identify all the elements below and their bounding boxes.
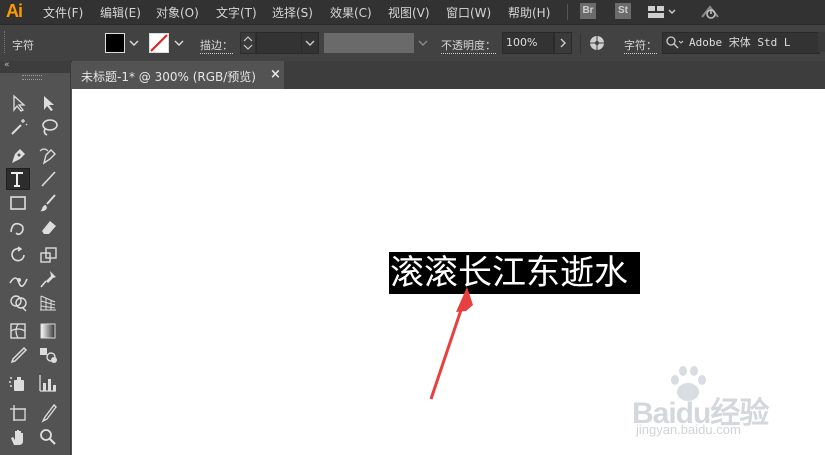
- rectangle-tool-icon[interactable]: [8, 193, 30, 213]
- eyedropper-tool-icon[interactable]: [8, 345, 30, 365]
- shape-builder-tool-icon[interactable]: [8, 293, 30, 313]
- stroke-swatch[interactable]: [149, 33, 169, 53]
- document-tab[interactable]: 未标题-1* @ 300% (RGB/预览) ×: [72, 61, 284, 89]
- type-tool-icon[interactable]: [6, 168, 30, 190]
- tools-grip[interactable]: [22, 75, 42, 80]
- mesh-tool-icon[interactable]: [8, 321, 30, 341]
- hand-tool-icon[interactable]: [8, 427, 30, 447]
- paintbrush-tool-icon[interactable]: [38, 193, 60, 213]
- stock-icon[interactable]: St: [615, 3, 631, 19]
- annotation-arrow: [429, 287, 473, 400]
- stroke-weight-stepper[interactable]: [240, 32, 256, 54]
- scale-tool-icon[interactable]: [38, 245, 60, 265]
- eraser-tool-icon[interactable]: [38, 217, 60, 237]
- perspective-grid-tool-icon[interactable]: [38, 293, 60, 313]
- opacity-expand-chevron-icon[interactable]: [554, 32, 572, 54]
- direct-selection-tool-icon[interactable]: [38, 93, 60, 113]
- menu-type[interactable]: 文字(T): [216, 4, 257, 21]
- fill-dropdown-chevron-icon[interactable]: [129, 37, 139, 50]
- opacity-input[interactable]: 100%: [502, 32, 554, 54]
- document-tab-bar: 未标题-1* @ 300% (RGB/预览) ×: [72, 61, 825, 89]
- stroke-weight-input[interactable]: [256, 32, 304, 54]
- lasso-tool-icon[interactable]: [38, 117, 60, 137]
- collapse-panel-icon[interactable]: «: [4, 60, 10, 70]
- variable-width-profile[interactable]: [324, 33, 414, 53]
- menu-effect[interactable]: 效果(C): [330, 4, 372, 21]
- tools-panel: «: [0, 60, 71, 455]
- control-divider: [580, 33, 581, 55]
- blend-tool-icon[interactable]: [38, 345, 60, 365]
- font-family-value: Adobe 宋体 Std L: [689, 36, 791, 49]
- selection-tool-icon[interactable]: [8, 93, 30, 113]
- control-bar: 字符 描边： 不透明度： 100% 字符： Adobe 宋体 Std L: [0, 24, 825, 62]
- artboard-tool-icon[interactable]: [8, 403, 30, 423]
- tools-panel-header[interactable]: «: [0, 60, 70, 73]
- watermark-url: jingyan.baidu.com: [636, 422, 741, 437]
- stroke-label[interactable]: 描边：: [200, 37, 233, 54]
- baidu-watermark: Baidu经验 jingyan.baidu.com: [628, 366, 825, 442]
- puppet-warp-tool-icon[interactable]: [38, 269, 60, 289]
- bridge-icon[interactable]: Br: [580, 3, 596, 19]
- zoom-tool-icon[interactable]: [38, 427, 60, 447]
- column-graph-tool-icon[interactable]: [38, 373, 60, 393]
- menu-file[interactable]: 文件(F): [43, 4, 83, 21]
- app-logo: Ai: [6, 1, 23, 21]
- stroke-weight-dropdown[interactable]: [301, 32, 319, 54]
- profile-dropdown-chevron-icon[interactable]: [418, 37, 428, 50]
- pen-tool-icon[interactable]: [8, 145, 30, 165]
- stroke-dropdown-chevron-icon[interactable]: [174, 37, 184, 50]
- menu-edit[interactable]: 编辑(E): [100, 4, 141, 21]
- close-tab-icon[interactable]: ×: [270, 67, 281, 82]
- gpu-performance-icon[interactable]: [700, 3, 720, 24]
- document-tab-title: 未标题-1* @ 300% (RGB/预览): [81, 70, 256, 84]
- font-family-field[interactable]: Adobe 宋体 Std L: [662, 32, 820, 54]
- menu-object[interactable]: 对象(O): [156, 4, 199, 21]
- menu-window[interactable]: 窗口(W): [446, 4, 491, 21]
- menu-divider: [567, 4, 568, 20]
- menu-bar: Ai 文件(F) 编辑(E) 对象(O) 文字(T) 选择(S) 效果(C) 视…: [0, 0, 825, 24]
- recolor-artwork-icon[interactable]: [589, 35, 605, 54]
- character-label[interactable]: 字符：: [624, 37, 657, 54]
- artboard-canvas[interactable]: 滚滚长江东逝水 Baidu经验 jingyan.baidu.com: [72, 89, 825, 455]
- panel-label: 字符: [12, 39, 34, 52]
- curvature-tool-icon[interactable]: [38, 145, 60, 165]
- gradient-tool-icon[interactable]: [38, 321, 60, 341]
- opacity-label[interactable]: 不透明度：: [441, 37, 496, 54]
- symbol-sprayer-tool-icon[interactable]: [8, 373, 30, 393]
- panel-grip[interactable]: [4, 31, 8, 53]
- slice-tool-icon[interactable]: [38, 403, 60, 423]
- menu-view[interactable]: 视图(V): [388, 4, 430, 21]
- font-family-dropdown[interactable]: [818, 32, 825, 52]
- arrange-documents-icon[interactable]: [648, 4, 678, 23]
- magic-wand-tool-icon[interactable]: [8, 117, 30, 137]
- font-search-icon: [666, 36, 684, 57]
- fill-swatch[interactable]: [105, 33, 125, 53]
- width-tool-icon[interactable]: [8, 269, 30, 289]
- line-segment-tool-icon[interactable]: [38, 169, 60, 189]
- menu-select[interactable]: 选择(S): [272, 4, 313, 21]
- menu-help[interactable]: 帮助(H): [508, 4, 550, 21]
- rotate-tool-icon[interactable]: [8, 245, 30, 265]
- shaper-tool-icon[interactable]: [8, 217, 30, 237]
